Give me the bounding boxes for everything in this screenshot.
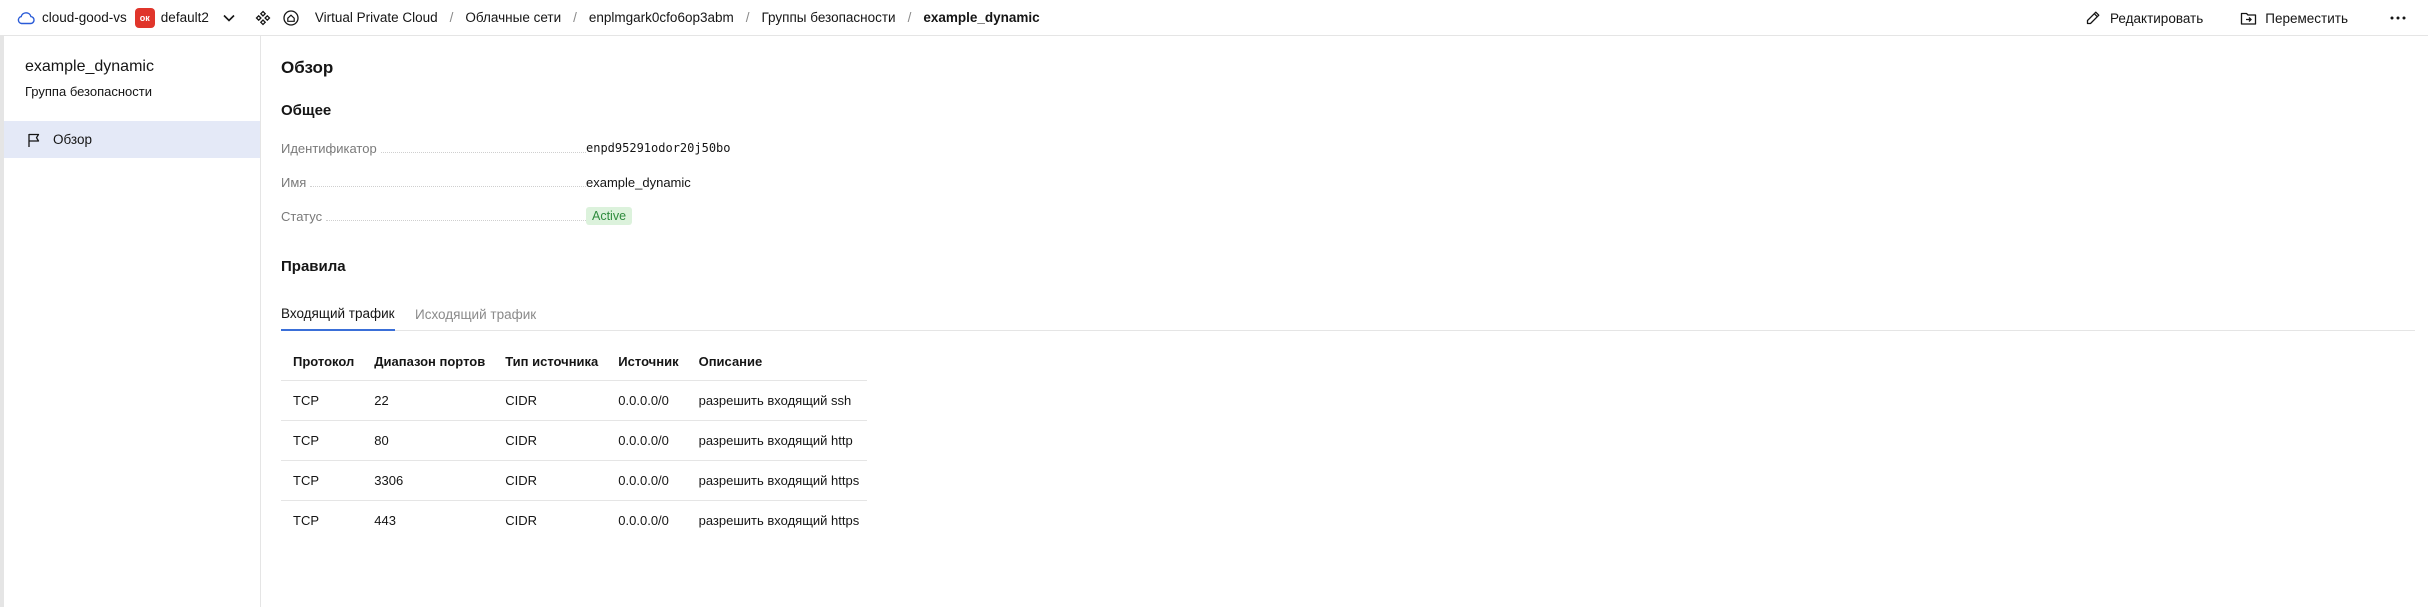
cloud-icon [16, 8, 36, 28]
top-bar: cloud-good-vs ок default2 Virtual Privat… [0, 0, 2428, 36]
sidebar-item-label: Обзор [53, 132, 92, 147]
cell-protocol: TCP [281, 380, 363, 421]
dotted-leader [380, 151, 586, 153]
dotted-leader [326, 219, 586, 221]
services-icon[interactable] [253, 8, 273, 28]
property-label-text: Идентификатор [281, 140, 377, 156]
cell-protocol: TCP [281, 420, 363, 461]
breadcrumb-security-groups[interactable]: Группы безопасности [762, 10, 896, 25]
sidebar-subtitle: Группа безопасности [25, 84, 152, 99]
traffic-tabs: Входящий трафик Исходящий трафик [281, 298, 2415, 331]
top-bar-left: cloud-good-vs ок default2 Virtual Privat… [0, 0, 1040, 36]
cell-port-range: 80 [362, 420, 494, 461]
column-header-port-range[interactable]: Диапазон портов [362, 344, 494, 381]
folder-badge: ок [134, 7, 155, 28]
breadcrumb-separator: / [907, 10, 912, 25]
column-header-description[interactable]: Описание [686, 344, 868, 381]
edit-button-label: Редактировать [2110, 10, 2204, 26]
property-label: Имя [281, 175, 586, 190]
status-badge: Active [586, 207, 633, 225]
ellipsis-icon[interactable] [2384, 4, 2412, 32]
main-content: Обзор Общее Идентификатор enpd95291odor2… [281, 36, 2421, 607]
column-header-protocol[interactable]: Протокол [281, 344, 363, 381]
breadcrumb-separator: / [745, 10, 750, 25]
cell-port-range: 443 [374, 512, 396, 528]
breadcrumb-network-id[interactable]: enplmgark0cfo6op3abm [589, 10, 734, 25]
tab-ingress[interactable]: Входящий трафик [281, 298, 395, 331]
cell-source-type: CIDR [493, 460, 607, 501]
sidebar: example_dynamic Группа безопасности Обзо… [4, 36, 261, 607]
table-row[interactable]: TCP 22 CIDR 0.0.0.0/0 разрешить входящий… [281, 380, 868, 421]
cell-protocol: TCP [281, 460, 363, 501]
breadcrumb-separator: / [449, 10, 454, 25]
rules-section-title: Правила [281, 258, 346, 275]
table-row[interactable]: TCP 80 CIDR 0.0.0.0/0 разрешить входящий… [281, 420, 868, 461]
column-header-source[interactable]: Источник [606, 344, 687, 381]
breadcrumb-vpc[interactable]: Virtual Private Cloud [315, 10, 438, 25]
cell-description: разрешить входящий http [686, 420, 868, 461]
home-icon[interactable] [281, 8, 301, 28]
folder-move-icon [2239, 9, 2257, 27]
property-label: Статус [281, 209, 586, 224]
cell-source-type: CIDR [493, 380, 607, 421]
breadcrumb-current: example_dynamic [923, 10, 1040, 25]
table-row[interactable]: TCP 443 CIDR 0.0.0.0/0 разрешить входящи… [281, 500, 867, 540]
rules-table: Протокол Диапазон портов Тип источника И… [281, 344, 868, 540]
cloud-selector[interactable]: cloud-good-vs [42, 10, 127, 25]
tab-egress[interactable]: Исходящий трафик [415, 298, 536, 331]
general-section-title: Общее [281, 102, 332, 119]
property-label-text: Статус [281, 208, 323, 224]
cell-protocol: TCP [293, 512, 319, 528]
property-value-id: enpd95291odor20j50bo [586, 141, 731, 155]
property-row-id: Идентификатор enpd95291odor20j50bo [281, 138, 981, 158]
page-title: Обзор [281, 58, 334, 77]
chevron-down-icon[interactable] [219, 8, 239, 28]
move-button[interactable]: Переместить [2239, 9, 2348, 27]
property-row-name: Имя example_dynamic [281, 172, 981, 192]
pencil-icon [2084, 9, 2102, 27]
move-button-label: Переместить [2265, 10, 2348, 26]
property-row-status: Статус Active [281, 206, 981, 226]
edit-button[interactable]: Редактировать [2084, 9, 2203, 27]
breadcrumb-networks[interactable]: Облачные сети [465, 10, 561, 25]
dotted-leader [310, 185, 586, 187]
cell-source: 0.0.0.0/0 [606, 460, 687, 501]
cell-source: 0.0.0.0/0 [618, 512, 669, 528]
top-bar-actions: Редактировать Переместить [2084, 0, 2428, 36]
column-header-source-type[interactable]: Тип источника [493, 344, 607, 381]
flag-icon [25, 131, 43, 149]
cell-description: разрешить входящий ssh [686, 380, 868, 421]
cell-source: 0.0.0.0/0 [606, 380, 687, 421]
cell-source: 0.0.0.0/0 [606, 420, 687, 461]
sidebar-title: example_dynamic [25, 58, 154, 75]
cell-source-type: CIDR [493, 420, 607, 461]
property-label-text: Имя [281, 174, 307, 190]
folder-selector[interactable]: default2 [161, 10, 209, 25]
property-label: Идентификатор [281, 141, 586, 156]
cell-port-range: 22 [362, 380, 494, 421]
table-row[interactable]: TCP 3306 CIDR 0.0.0.0/0 разрешить входящ… [281, 460, 868, 501]
cell-source-type: CIDR [505, 512, 537, 528]
table-header-row: Протокол Диапазон портов Тип источника И… [281, 344, 868, 381]
cell-description: разрешить входящий https [686, 460, 868, 501]
sidebar-item-overview[interactable]: Обзор [4, 121, 260, 158]
property-value-name: example_dynamic [586, 174, 691, 190]
cell-description: разрешить входящий https [698, 512, 860, 528]
breadcrumb-separator: / [573, 10, 577, 25]
cell-port-range: 3306 [362, 460, 494, 501]
